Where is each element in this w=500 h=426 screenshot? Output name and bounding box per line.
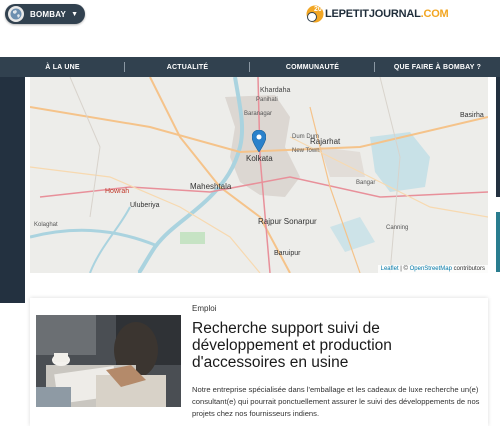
map-label-rajarhat: Rajarhat: [310, 137, 341, 146]
map-label-basirha: Basirha: [460, 112, 484, 119]
right-side-accent: [496, 212, 500, 272]
map-label-panihati: Panihati: [256, 97, 278, 103]
map-label-maheshtala: Maheshtala: [190, 182, 232, 191]
logo-text: LEPETITJOURNAL.COM: [325, 8, 449, 20]
attribution-tail: contributors: [451, 266, 485, 272]
leaflet-link[interactable]: Leaflet: [381, 266, 399, 272]
logo-suffix: .COM: [420, 8, 449, 20]
map-label-kolkata: Kolkata: [246, 154, 273, 163]
map-tiles[interactable]: [30, 77, 488, 273]
map-marker-icon[interactable]: [252, 130, 266, 152]
osm-link[interactable]: OpenStreetMap: [410, 266, 452, 272]
nav-label: COMMUNAUTÉ: [285, 63, 340, 71]
nav-item-a-la-une[interactable]: À LA UNE: [0, 57, 125, 77]
article-title[interactable]: Recherche support suivi de développement…: [192, 320, 472, 371]
nav-label: ACTUALITÉ: [166, 63, 209, 71]
chevron-down-icon: ▼: [71, 10, 78, 18]
article-card[interactable]: Emploi Recherche support suivi de dévelo…: [30, 298, 488, 426]
site-logo[interactable]: 20 LEPETITJOURNAL.COM: [306, 4, 449, 24]
right-side-panel: [496, 77, 500, 197]
globe-icon: [8, 6, 24, 22]
left-side-panel: [0, 77, 25, 303]
location-map[interactable]: Khardaha Panihati Baranagar Dum Dum Kolk…: [30, 77, 488, 273]
nav-label: QUE FAIRE À BOMBAY ?: [393, 63, 482, 71]
top-header: BOMBAY ▼ 20 LEPETITJOURNAL.COM: [0, 0, 500, 56]
city-selector[interactable]: BOMBAY ▼: [5, 4, 85, 24]
nav-item-que-faire[interactable]: QUE FAIRE À BOMBAY ?: [375, 57, 500, 77]
article-excerpt: Notre entreprise spécialisée dans l'emba…: [192, 385, 480, 418]
map-attribution: Leaflet | © OpenStreetMap contributors: [377, 265, 488, 273]
map-label-canning: Canning: [386, 225, 409, 231]
nav-item-communaute[interactable]: COMMUNAUTÉ: [250, 57, 375, 77]
nav-item-actualite[interactable]: ACTUALITÉ: [125, 57, 250, 77]
main-navigation: À LA UNE ACTUALITÉ COMMUNAUTÉ QUE FAIRE …: [0, 57, 500, 77]
nav-label: À LA UNE: [45, 63, 80, 71]
map-label-howrah: Howrah: [105, 188, 130, 195]
logo-number: 20: [314, 6, 322, 13]
map-label-baranagar: Baranagar: [244, 111, 273, 117]
map-label-khardaha: Khardaha: [260, 87, 291, 94]
map-label-uluberiya: Uluberiya: [130, 202, 160, 209]
map-label-bangar: Bangar: [356, 180, 376, 186]
map-label-rajpur-sonarpur: Rajpur Sonarpur: [258, 217, 317, 226]
article-category[interactable]: Emploi: [192, 304, 216, 313]
attribution-separator: | ©: [398, 266, 410, 272]
logo-name: LEPETITJOURNAL: [325, 8, 421, 20]
map-label-baruipur: Baruipur: [274, 250, 301, 257]
article-thumbnail[interactable]: [36, 315, 181, 407]
logo-badge-icon: 20: [306, 5, 324, 23]
map-label-new-town: New Town: [292, 148, 320, 154]
map-label-kolaghat: Kolaghat: [34, 222, 58, 228]
city-name: BOMBAY: [30, 9, 67, 19]
